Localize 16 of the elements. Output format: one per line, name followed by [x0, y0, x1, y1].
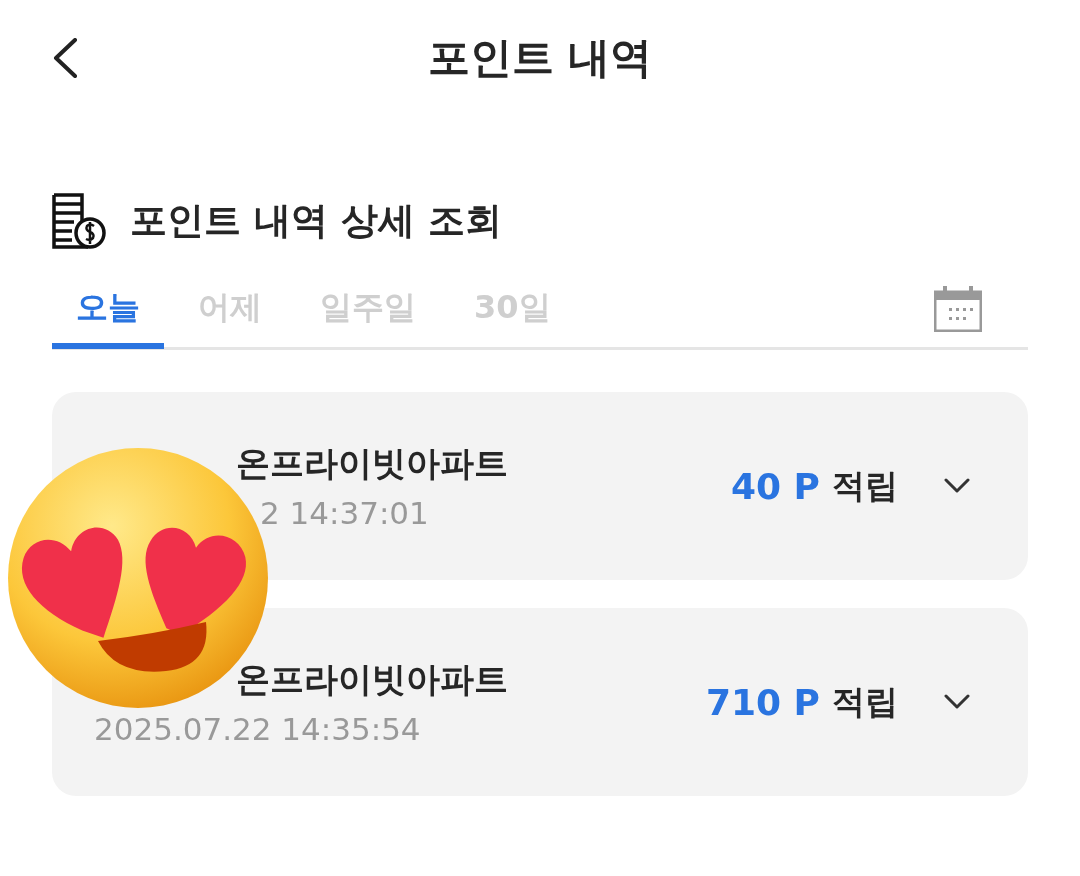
entry-name: 온프라이빗아파트: [236, 442, 509, 485]
entry-name: 온프라이빗아파트: [236, 658, 509, 701]
back-icon[interactable]: [52, 38, 78, 78]
page-title: 포인트 내역: [427, 31, 653, 84]
section-title: 포인트 내역 상세 조회: [130, 198, 502, 244]
entry-datetime: 2025.07.22 14:35:54: [94, 711, 422, 747]
point-amount: 710 P: [705, 681, 820, 723]
chevron-down-icon[interactable]: [944, 694, 970, 710]
entry-type: 적립: [832, 680, 898, 723]
entry-type: 적립: [832, 464, 898, 507]
calendar-icon[interactable]: [934, 286, 982, 332]
point-amount: 40 P: [731, 465, 820, 507]
entry-datetime: 2 14:37:01: [260, 495, 430, 531]
coin-ledger-icon: [52, 193, 106, 249]
chevron-down-icon[interactable]: [944, 478, 970, 494]
period-tab[interactable]: 오늘: [52, 272, 164, 349]
